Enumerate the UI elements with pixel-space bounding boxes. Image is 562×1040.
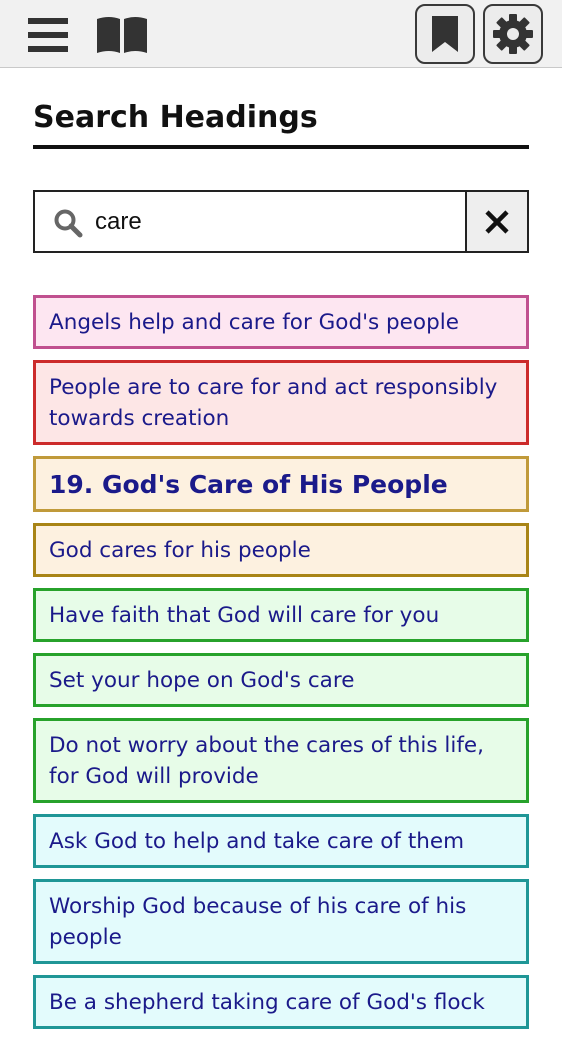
result-item[interactable]: Have faith that God will care for you <box>33 588 529 642</box>
result-item[interactable]: Ask God to help and take care of them <box>33 814 529 868</box>
result-item[interactable]: Be a shepherd taking care of God's flock <box>33 975 529 1029</box>
hamburger-menu-icon[interactable] <box>24 13 72 57</box>
search-input[interactable] <box>95 200 465 244</box>
result-item[interactable]: People are to care for and act responsib… <box>33 360 529 445</box>
clear-search-button[interactable] <box>465 192 527 251</box>
search-results-list: Angels help and care for God's people Peo… <box>33 295 529 1040</box>
title-divider <box>33 145 529 149</box>
search-icon <box>54 209 83 238</box>
result-item[interactable]: Do not worry about the cares of this lif… <box>33 718 529 803</box>
result-item[interactable]: Set your hope on God's care <box>33 653 529 707</box>
result-item[interactable]: God cares for his people <box>33 523 529 577</box>
open-book-icon[interactable] <box>94 14 150 56</box>
bookmark-icon <box>432 16 458 52</box>
result-item[interactable]: Worship God because of his care of his p… <box>33 879 529 964</box>
result-section-heading[interactable]: 19. God's Care of His People <box>33 456 529 512</box>
settings-button[interactable] <box>483 4 543 64</box>
close-icon <box>485 209 509 234</box>
page-title: Search Headings <box>33 100 318 135</box>
search-box <box>33 190 529 253</box>
gear-icon <box>493 14 533 54</box>
top-toolbar <box>0 0 562 68</box>
bookmark-button[interactable] <box>415 4 475 64</box>
result-item[interactable]: Angels help and care for God's people <box>33 295 529 349</box>
